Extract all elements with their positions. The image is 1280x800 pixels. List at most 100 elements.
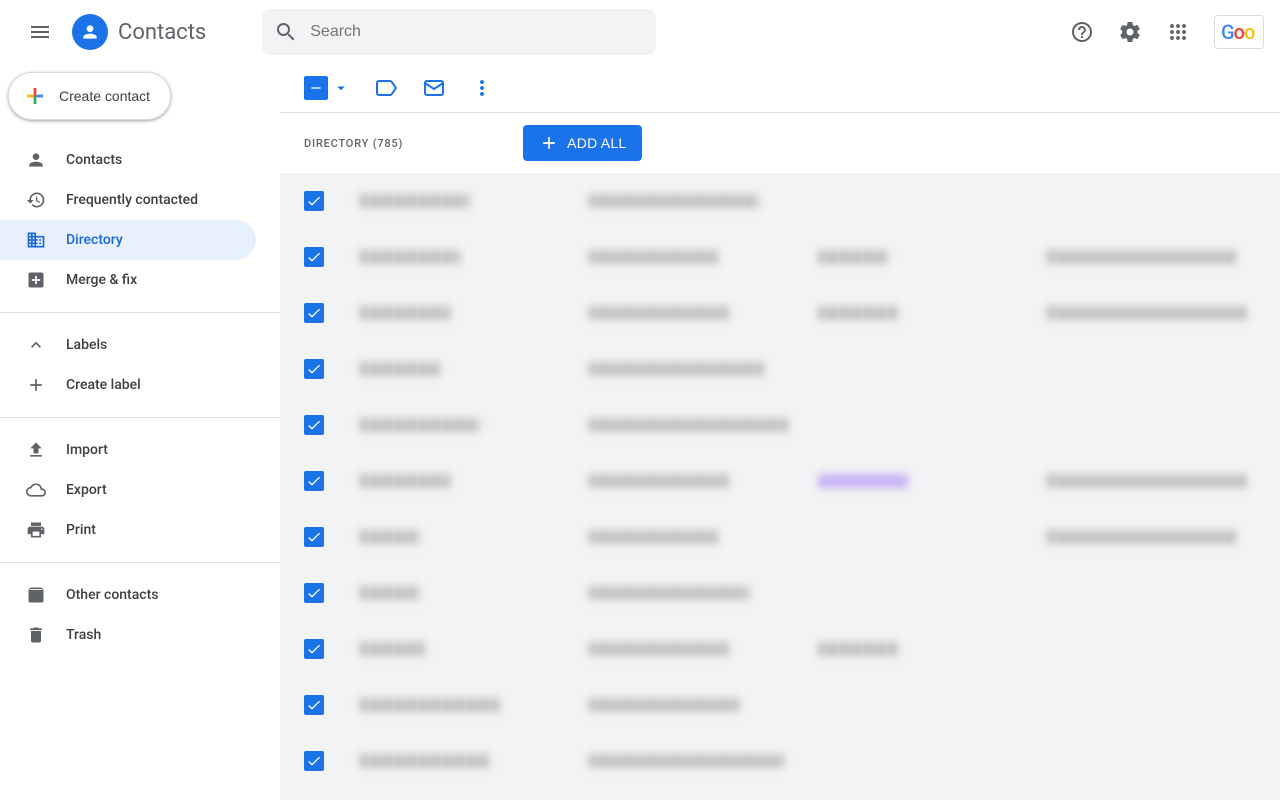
main-menu-button[interactable]: [16, 8, 64, 56]
table-row[interactable]: [280, 397, 1280, 453]
sidebar-export[interactable]: Export: [0, 470, 256, 510]
table-row[interactable]: [280, 677, 1280, 733]
main-content: Directory (785) ADD ALL: [280, 64, 1280, 800]
row-checkbox[interactable]: [304, 695, 324, 715]
table-row[interactable]: [280, 733, 1280, 789]
col-email: [589, 474, 798, 488]
row-checkbox[interactable]: [304, 359, 324, 379]
sidebar-item-directory[interactable]: Directory: [0, 220, 256, 260]
sidebar-print[interactable]: Print: [0, 510, 256, 550]
domain-icon: [26, 230, 46, 250]
sidebar-item-merge[interactable]: Merge & fix: [0, 260, 256, 300]
help-icon: [1070, 20, 1094, 44]
create-label-text: Create label: [66, 377, 141, 393]
header-actions: Goo: [1062, 12, 1264, 52]
upload-icon: [26, 440, 46, 460]
row-checkbox[interactable]: [304, 415, 324, 435]
labels-header-text: Labels: [66, 337, 107, 353]
gear-icon: [1118, 20, 1142, 44]
help-button[interactable]: [1062, 12, 1102, 52]
table-row[interactable]: [280, 565, 1280, 621]
col-email: [589, 530, 798, 544]
selection-indicator[interactable]: [304, 76, 350, 100]
sidebar-separator: [0, 562, 280, 563]
row-checkbox[interactable]: [304, 639, 324, 659]
other-contacts-label: Other contacts: [66, 587, 158, 603]
row-checkbox[interactable]: [304, 247, 324, 267]
row-checkbox[interactable]: [304, 471, 324, 491]
export-label: Export: [66, 482, 107, 498]
email-button[interactable]: [422, 76, 446, 100]
col-email: [589, 698, 798, 712]
sidebar-item-label: Contacts: [66, 152, 122, 168]
email-icon: [422, 76, 446, 100]
person-icon: [26, 150, 46, 170]
col-name: [360, 474, 569, 488]
search-input[interactable]: [310, 23, 644, 41]
col-name: [360, 194, 569, 208]
col-email: [589, 754, 798, 768]
search-icon: [274, 20, 298, 44]
archive-icon: [26, 585, 46, 605]
sidebar-import[interactable]: Import: [0, 430, 256, 470]
contact-list[interactable]: [280, 173, 1280, 800]
sidebar-trash[interactable]: Trash: [0, 615, 256, 655]
sidebar-labels-header[interactable]: Labels: [0, 325, 256, 365]
cloud-download-icon: [26, 480, 46, 500]
table-row[interactable]: [280, 341, 1280, 397]
sidebar-item-label: Directory: [66, 232, 123, 248]
col-phone: [818, 250, 1027, 264]
search-bar[interactable]: [262, 9, 656, 55]
table-row[interactable]: [280, 621, 1280, 677]
col-phone: [818, 474, 1027, 488]
chevron-up-icon: [26, 335, 46, 355]
settings-button[interactable]: [1110, 12, 1150, 52]
more-button[interactable]: [470, 76, 494, 100]
table-row[interactable]: [280, 229, 1280, 285]
sidebar-create-label[interactable]: Create label: [0, 365, 256, 405]
table-row[interactable]: [280, 509, 1280, 565]
apps-button[interactable]: [1158, 12, 1198, 52]
table-row[interactable]: [280, 285, 1280, 341]
sidebar-item-label: Merge & fix: [66, 272, 137, 288]
sidebar-item-contacts[interactable]: Contacts: [0, 140, 256, 180]
select-state-icon: [304, 76, 328, 100]
google-account-badge[interactable]: Goo: [1214, 15, 1264, 49]
col-name: [360, 418, 569, 432]
row-checkbox[interactable]: [304, 527, 324, 547]
trash-icon: [26, 625, 46, 645]
directory-count-label: Directory (785): [304, 137, 403, 150]
row-checkbox[interactable]: [304, 191, 324, 211]
add-all-button[interactable]: ADD ALL: [523, 125, 642, 161]
merge-icon: [26, 270, 46, 290]
col-email: [589, 418, 798, 432]
col-job: [1047, 530, 1256, 544]
row-checkbox[interactable]: [304, 583, 324, 603]
table-row[interactable]: [280, 173, 1280, 229]
label-icon: [374, 76, 398, 100]
col-job: [1047, 474, 1256, 488]
label-button[interactable]: [374, 76, 398, 100]
table-row[interactable]: [280, 453, 1280, 509]
chevron-down-icon: [332, 79, 350, 97]
col-job: [1047, 250, 1256, 264]
row-checkbox[interactable]: [304, 303, 324, 323]
col-phone: [818, 642, 1027, 656]
menu-icon: [28, 20, 52, 44]
col-name: [360, 362, 569, 376]
col-email: [589, 250, 798, 264]
create-contact-button[interactable]: Create contact: [8, 72, 171, 120]
row-checkbox[interactable]: [304, 751, 324, 771]
col-email: [589, 642, 798, 656]
col-name: [360, 530, 569, 544]
plus-icon: [26, 375, 46, 395]
col-email: [589, 362, 798, 376]
col-email: [589, 306, 798, 320]
col-name: [360, 754, 569, 768]
app-title: Contacts: [118, 20, 206, 45]
directory-section-header: Directory (785) ADD ALL: [280, 113, 1280, 173]
app-logo: Contacts: [72, 14, 246, 50]
sidebar-other-contacts[interactable]: Other contacts: [0, 575, 256, 615]
sidebar-item-frequent[interactable]: Frequently contacted: [0, 180, 256, 220]
selection-toolbar: [280, 64, 1280, 112]
